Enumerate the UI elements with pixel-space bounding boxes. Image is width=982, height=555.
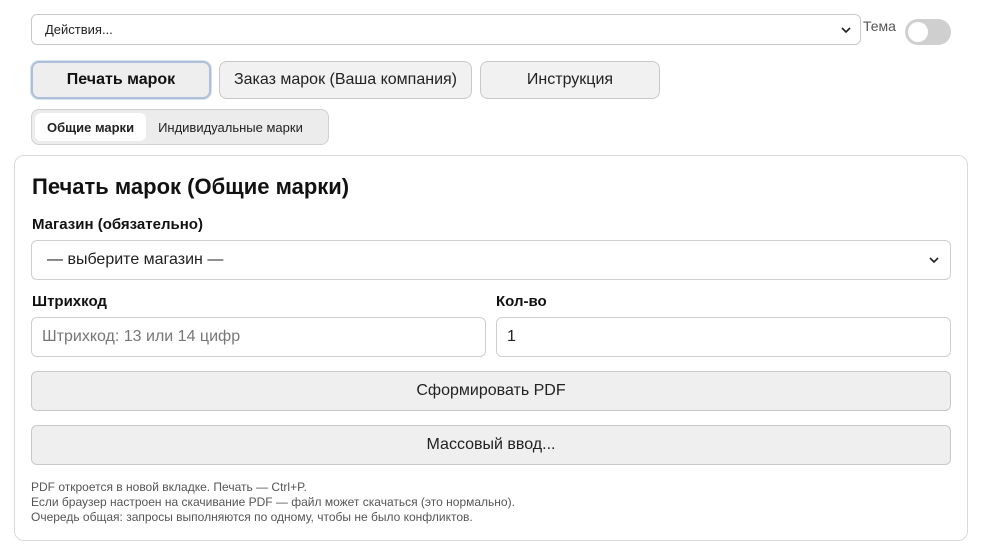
mark-type-segmented-control: Общие марки Индивидуальные марки [31,109,329,145]
store-select[interactable]: — выберите магазин — [31,240,951,280]
quantity-label: Кол-во [496,293,547,310]
mass-input-button[interactable]: Массовый ввод... [31,425,951,465]
tab-instructions[interactable]: Инструкция [480,61,660,99]
note-line: PDF откроется в новой вкладке. Печать — … [31,480,307,494]
store-select-value: — выберите магазин — [47,251,224,268]
theme-toggle[interactable] [905,19,951,45]
note-line: Если браузер настроен на скачивание PDF … [31,495,515,509]
actions-select[interactable]: Действия... [31,14,861,45]
help-notes: PDF откроется в новой вкладке. Печать — … [31,480,515,525]
quantity-value: 1 [507,328,516,345]
barcode-input[interactable]: Штрихкод: 13 или 14 цифр [31,317,486,357]
quantity-input[interactable]: 1 [496,317,951,357]
barcode-label: Штрихкод [32,293,107,310]
generate-pdf-button[interactable]: Сформировать PDF [31,371,951,411]
tab-print-marks[interactable]: Печать марок [31,61,211,99]
barcode-placeholder: Штрихкод: 13 или 14 цифр [42,328,241,345]
theme-toggle-knob [908,22,928,42]
store-label: Магазин (обязательно) [32,216,203,233]
segment-individual-marks[interactable]: Индивидуальные марки [146,113,315,141]
chevron-down-icon [840,24,852,36]
theme-label: Тема [863,18,896,34]
chevron-down-icon [928,254,940,266]
segment-common-marks[interactable]: Общие марки [35,113,147,141]
actions-select-value: Действия... [45,22,113,37]
tab-order-marks[interactable]: Заказ марок (Ваша компания) [219,61,472,99]
page-title: Печать марок (Общие марки) [32,174,350,199]
note-line: Очередь общая: запросы выполняются по од… [31,510,473,524]
